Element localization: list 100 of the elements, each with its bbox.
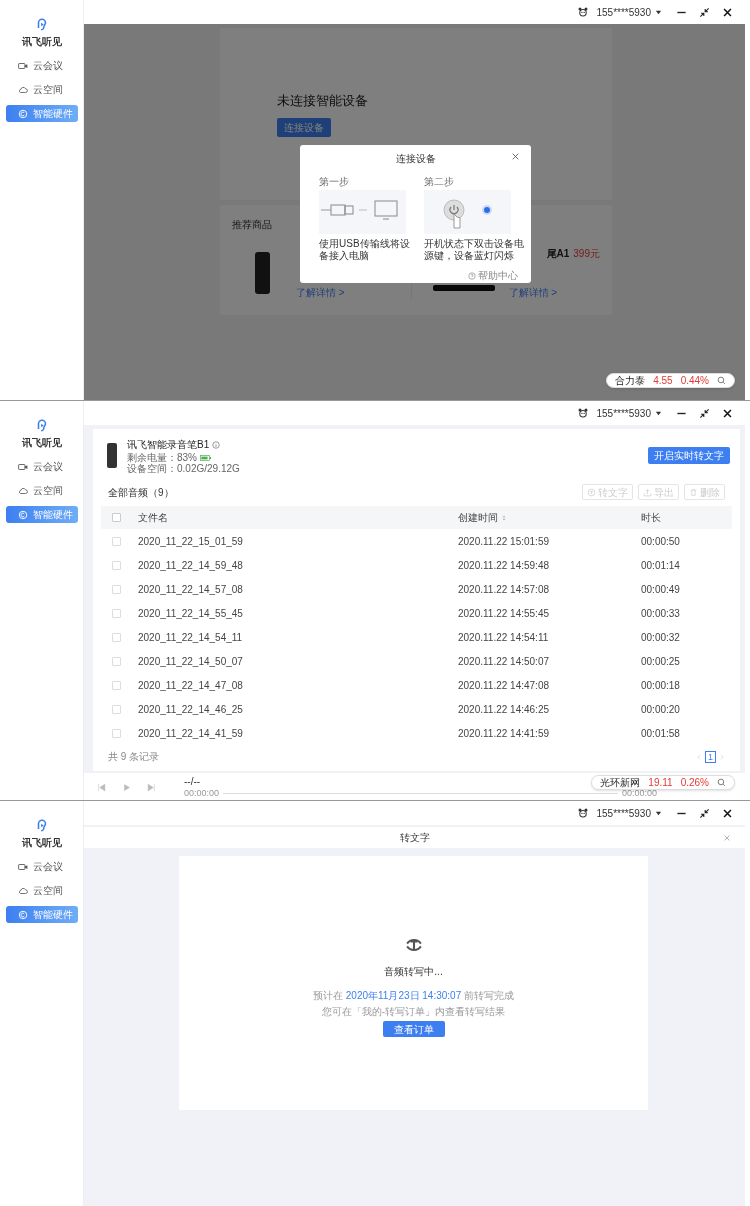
product-photo [432,285,495,291]
select-all-checkbox[interactable] [112,513,121,522]
learn-more-link[interactable]: 了解详情 > [508,285,600,300]
row-checkbox[interactable] [112,728,121,738]
view-order-button[interactable]: 查看订单 [382,1021,445,1037]
product-price: 399元 [573,247,600,261]
record-count: 共 9 条记录 [108,750,160,764]
caret-icon[interactable] [655,409,662,417]
row-checkbox[interactable] [112,560,121,570]
column-header: 时长 [641,511,661,525]
table-cell-text: 2020.11.22 14:46:25 [458,702,550,717]
sidebar-item[interactable]: 云会议 [5,57,78,74]
table-cell-text: 00:00:49 [641,582,680,597]
column-header[interactable]: 创建时间 [458,510,498,525]
estimate-text: 预计在 2020年11月23日 14:30:07 前转写完成 [313,989,514,1003]
account-name[interactable]: 155****5930 [596,805,651,821]
previous-page-icon[interactable] [696,752,702,761]
search-icon[interactable] [717,376,726,385]
row-checkbox[interactable] [112,536,121,546]
caret-icon[interactable] [655,8,662,16]
row-checkbox[interactable] [112,632,121,642]
circle-c-icon [17,909,28,920]
restore-icon[interactable] [699,807,710,819]
table-cell-text: 2020.11.22 14:57:08 [458,582,550,597]
row-checkbox[interactable] [112,608,121,618]
product-name: 尾A1 [546,247,570,261]
search-icon[interactable] [717,778,726,787]
avatar-icon[interactable] [576,807,589,819]
table-cell-text: 2020.11.22 14:50:07 [458,654,550,669]
table-cell-text: 2020_11_22_14_55_45 [138,606,244,621]
stock-price: 4.55 [653,374,673,388]
table-cell-text: 2020.11.22 14:59:48 [458,558,550,573]
list-title: 全部音频（9） [108,485,174,500]
video-camera-icon [17,461,28,472]
storage-text: 设备空间：0.02G/29.12G [127,463,240,474]
account-name[interactable]: 155****5930 [596,4,651,20]
info-icon[interactable] [212,440,221,449]
help-icon[interactable] [468,271,476,280]
row-checkbox[interactable] [112,680,121,690]
stock-price: 19.11 [648,776,673,790]
table-cell-text: 2020.11.22 14:47:08 [458,678,550,693]
close-icon[interactable] [722,6,733,18]
sidebar-item[interactable]: 云空间 [5,482,78,499]
stock-name: 光环新网 [600,776,641,790]
sidebar-item[interactable]: 云会议 [5,458,78,475]
sidebar-item[interactable]: 云空间 [5,882,78,899]
table-cell-text: 2020.11.22 15:01:59 [458,534,550,549]
sidebar-item[interactable]: 云空间 [5,81,78,98]
connect-device-button[interactable]: 连接设备 [277,118,331,138]
table-cell-text: 00:00:50 [641,534,680,549]
stock-change: 0.44% [680,374,709,388]
skip-back-icon[interactable] [97,782,106,792]
close-icon[interactable] [722,407,733,419]
sidebar-item[interactable]: 智能硬件 [5,906,78,923]
step-label: 第二步 [424,176,455,188]
recommend-title: 推荐商品 [232,218,273,232]
table-cell-text: 00:00:32 [641,630,680,645]
battery-text: 剩余电量：83% [127,452,197,463]
total-time: 00:00:00 [621,788,657,798]
upload-icon [643,487,652,497]
text-circle-icon [587,487,596,497]
cloud-icon [17,885,28,896]
close-icon[interactable] [722,807,733,819]
table-cell-text: 2020.11.22 14:54:11 [458,630,550,645]
next-page-icon[interactable] [719,752,725,761]
page-button[interactable]: 1 [705,750,716,763]
track-title: --/-- [184,776,201,788]
dialog-title: 转文字 [399,831,430,845]
trash-icon [689,487,698,497]
app-logo-text: 讯飞听见 [21,436,62,450]
avatar-icon[interactable] [576,6,589,18]
sidebar-item[interactable]: 智能硬件 [5,506,78,523]
account-name[interactable]: 155****5930 [596,405,651,421]
table-cell-text: 00:01:14 [641,558,680,573]
play-icon[interactable] [122,782,131,792]
avatar-icon[interactable] [576,407,589,419]
sidebar-item[interactable]: 云会议 [5,858,78,875]
stock-ticker[interactable]: 光环新网 19.11 0.26% [591,775,735,790]
status-text: 音频转写中... [384,965,443,979]
table-cell-text: 2020_11_22_14_47_08 [138,678,244,693]
column-header: 文件名 [138,511,169,525]
skip-forward-icon[interactable] [147,782,156,792]
hint-text: 您可在「我的-转写订单」内查看转写结果 [321,1005,506,1019]
step-instruction: 使用USB传输线将设备接入电脑 [319,238,411,262]
table-cell-text: 2020.11.22 14:55:45 [458,606,550,621]
realtime-transcribe-button[interactable]: 开启实时转文字 [648,447,730,464]
cloud-icon [17,84,28,95]
step-label: 第一步 [319,176,350,188]
row-checkbox[interactable] [112,584,121,594]
stock-ticker[interactable]: 合力泰 4.55 0.44% [606,373,735,388]
restore-icon[interactable] [699,6,710,18]
sort-icon[interactable] [501,513,507,522]
caret-icon[interactable] [655,809,662,817]
learn-more-link[interactable]: 了解详情 > [296,284,345,300]
help-center-link[interactable]: 帮助中心 [478,268,518,283]
restore-icon[interactable] [699,407,710,419]
row-checkbox[interactable] [112,704,121,714]
row-checkbox[interactable] [112,656,121,666]
app-logo-text: 讯飞听见 [21,836,62,850]
sidebar-item[interactable]: 智能硬件 [5,105,78,122]
